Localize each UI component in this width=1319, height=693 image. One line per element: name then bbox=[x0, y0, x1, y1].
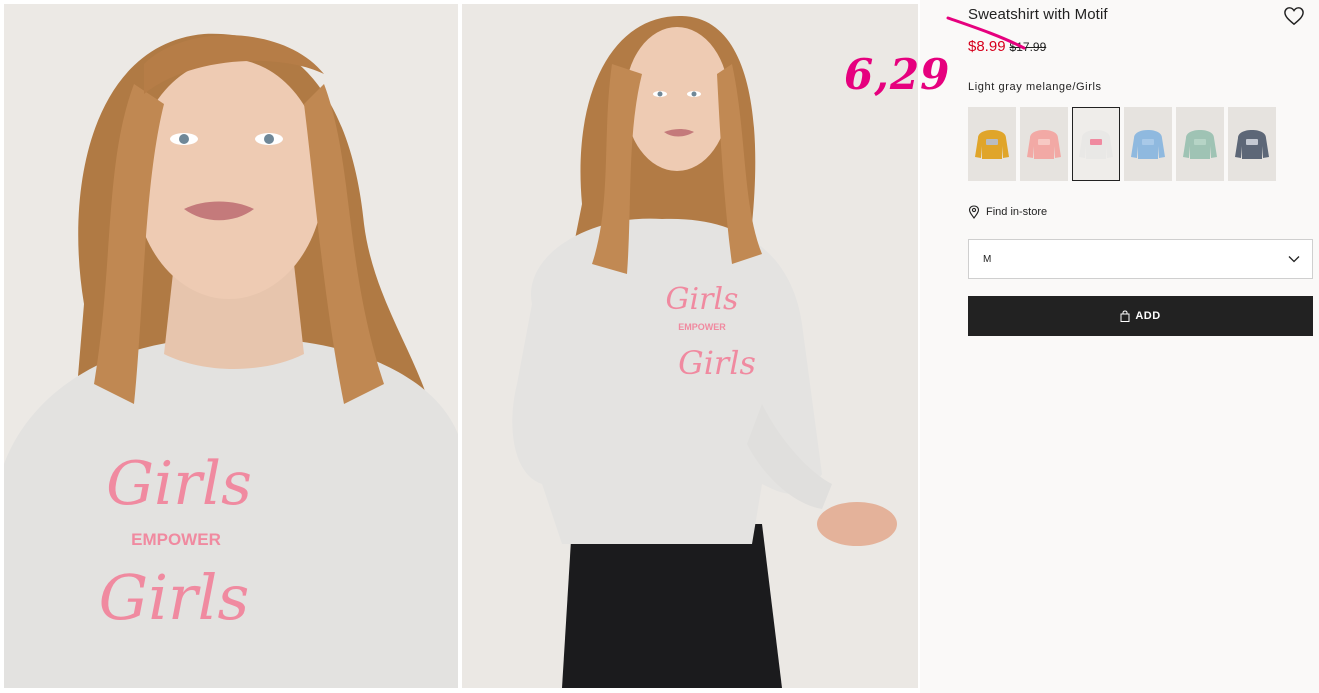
print-line-1-side: Girls bbox=[666, 282, 739, 317]
product-image-front[interactable]: Girls EMPOWER Girls bbox=[4, 4, 458, 688]
color-name: Light gray melange/Girls bbox=[968, 81, 1102, 93]
heart-icon[interactable] bbox=[1283, 6, 1305, 26]
color-swatches bbox=[968, 107, 1276, 181]
original-price: $17.99 bbox=[1009, 40, 1047, 54]
sweatshirt-thumbnail-icon bbox=[1131, 130, 1165, 159]
print-line-3-side: Girls bbox=[678, 344, 756, 382]
sale-price: $8.99 bbox=[968, 38, 1006, 55]
swatch-pink[interactable] bbox=[1020, 107, 1068, 181]
sweatshirt-thumbnail-icon bbox=[1235, 130, 1269, 159]
find-in-store-label: Find in-store bbox=[986, 206, 1048, 218]
swatch-light-blue[interactable] bbox=[1124, 107, 1172, 181]
size-select[interactable]: M bbox=[968, 239, 1313, 279]
swatch-mint[interactable] bbox=[1176, 107, 1224, 181]
add-button-label: ADD bbox=[1135, 310, 1161, 322]
swatch-light-gray-girls[interactable] bbox=[1072, 107, 1120, 181]
chevron-down-icon bbox=[1288, 256, 1300, 263]
print-line-2-side: EMPOWER bbox=[678, 322, 726, 332]
product-page: Girls EMPOWER Girls Girls EMPOWER Girls … bbox=[0, 0, 1319, 693]
location-pin-icon bbox=[968, 205, 980, 219]
annotated-price: 6,29 bbox=[844, 50, 951, 99]
print-line-3: Girls bbox=[99, 561, 250, 634]
shopping-bag-icon bbox=[1120, 310, 1130, 322]
product-gallery: Girls EMPOWER Girls Girls EMPOWER Girls bbox=[0, 0, 920, 693]
print-line-2: EMPOWER bbox=[131, 530, 221, 549]
price-row: $8.99 $17.99 bbox=[968, 38, 1046, 55]
sweatshirt-thumbnail-icon bbox=[1079, 130, 1113, 159]
product-title: Sweatshirt with Motif bbox=[968, 6, 1108, 23]
sweatshirt-thumbnail-icon bbox=[975, 130, 1009, 159]
add-to-bag-button[interactable]: ADD bbox=[968, 296, 1313, 336]
print-line-1: Girls bbox=[106, 449, 252, 519]
swatch-tie-dye[interactable] bbox=[1228, 107, 1276, 181]
product-details: Sweatshirt with Motif $8.99 $17.99 6,29 … bbox=[844, 0, 1319, 693]
size-value: M bbox=[983, 253, 992, 265]
swatch-mustard-colorblock[interactable] bbox=[968, 107, 1016, 181]
product-image-side[interactable]: Girls EMPOWER Girls bbox=[462, 4, 918, 688]
sweatshirt-thumbnail-icon bbox=[1027, 130, 1061, 159]
sweatshirt-thumbnail-icon bbox=[1183, 130, 1217, 159]
find-in-store-link[interactable]: Find in-store bbox=[968, 205, 1047, 219]
